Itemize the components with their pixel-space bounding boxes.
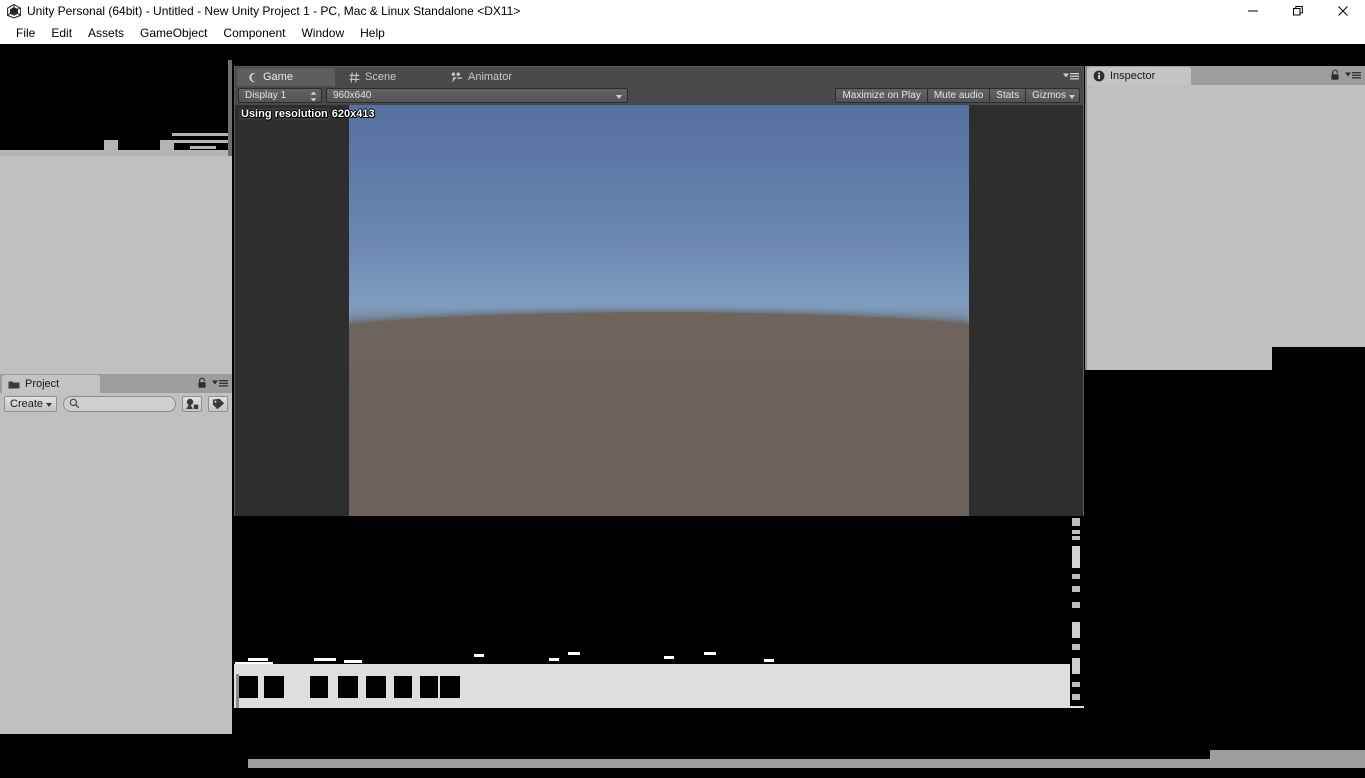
panel-menu-icon[interactable]	[212, 378, 228, 388]
tab-project[interactable]: Project	[2, 375, 100, 393]
folder-icon	[8, 379, 20, 390]
editor-root: Project	[0, 44, 1365, 734]
tab-project-label: Project	[25, 378, 59, 390]
hierarchy-empty-area	[0, 156, 232, 380]
inspector-left-divider[interactable]	[1085, 66, 1087, 370]
inspector-tab-controls	[1330, 69, 1361, 81]
status-bar-black-segment	[0, 750, 1210, 759]
menu-item-component[interactable]: Component	[215, 23, 293, 43]
menubar: File Edit Assets GameObject Component Wi…	[0, 22, 1365, 44]
resolution-selector[interactable]: 960x640	[326, 88, 628, 103]
display-selector-value: Display 1	[245, 90, 286, 101]
stats-button[interactable]: Stats	[990, 88, 1026, 103]
tab-scene-label: Scene	[365, 71, 396, 83]
info-circle-icon	[1093, 70, 1105, 82]
filter-by-type-icon[interactable]	[182, 396, 202, 412]
tab-scene[interactable]: Scene	[339, 68, 419, 86]
project-search-box[interactable]	[63, 396, 176, 412]
unity-logo-icon	[6, 3, 22, 19]
console-left-edge	[236, 674, 239, 708]
updown-arrows-icon	[310, 91, 317, 102]
project-tabrow: Project	[0, 374, 232, 393]
menu-item-window[interactable]: Window	[293, 23, 352, 43]
inspector-lower-step	[1085, 347, 1272, 370]
game-controller-icon	[247, 72, 258, 83]
tab-inspector[interactable]: Inspector	[1087, 67, 1191, 85]
chevron-down-icon	[1069, 95, 1075, 99]
panel-menu-icon[interactable]	[1063, 71, 1079, 81]
game-dock-tabrow: Game Scene	[235, 67, 1083, 86]
animator-icon	[451, 72, 463, 83]
status-bar	[0, 734, 1365, 778]
lock-icon[interactable]	[1330, 69, 1340, 81]
restore-button[interactable]	[1275, 0, 1320, 22]
tab-animator[interactable]: Animator	[441, 68, 537, 86]
menu-item-help[interactable]: Help	[352, 23, 393, 43]
close-button[interactable]	[1320, 0, 1365, 22]
menu-item-file[interactable]: File	[8, 23, 43, 43]
project-tab-controls	[197, 377, 228, 389]
filter-by-label-icon[interactable]	[208, 396, 228, 412]
maximize-on-play-button[interactable]: Maximize on Play	[835, 88, 927, 103]
status-bar-gray-segment	[1210, 750, 1365, 768]
project-panel: Project	[0, 374, 232, 734]
window-title: Unity Personal (64bit) - Untitled - New …	[27, 2, 520, 20]
window-controls	[1230, 0, 1365, 22]
panel-menu-icon[interactable]	[1345, 70, 1361, 80]
inspector-tabrow: Inspector	[1085, 66, 1365, 85]
game-view-toolbar: Display 1 960x640 Maximize on Play Mute …	[235, 86, 1083, 105]
inspector-body[interactable]	[1085, 85, 1365, 347]
game-view-dock: Game Scene	[234, 66, 1084, 562]
game-panel-menu[interactable]	[1063, 71, 1079, 81]
search-icon	[69, 398, 80, 409]
resolution-selector-value: 960x640	[333, 90, 371, 101]
project-search-input[interactable]	[84, 398, 175, 409]
skybox-render	[349, 105, 969, 561]
horizontal-scrollbar[interactable]	[248, 759, 1210, 768]
menu-item-assets[interactable]: Assets	[80, 23, 132, 43]
gizmos-label: Gizmos	[1032, 90, 1066, 101]
game-render-surface[interactable]: Using resolution 620x413	[235, 105, 1083, 561]
project-browser-body[interactable]	[0, 414, 232, 734]
project-toolbar: Create	[0, 393, 232, 414]
using-resolution-label: Using resolution	[239, 108, 330, 120]
minimize-button[interactable]	[1230, 0, 1275, 22]
inspector-panel: Inspector	[1085, 66, 1365, 347]
console-scrollbar[interactable]	[1070, 516, 1084, 706]
tab-inspector-label: Inspector	[1110, 70, 1155, 82]
tab-game-label: Game	[263, 71, 293, 83]
using-resolution-value: 620x413	[330, 108, 377, 120]
menu-item-gameobject[interactable]: GameObject	[132, 23, 215, 43]
grid-icon	[349, 72, 360, 83]
tab-animator-label: Animator	[468, 71, 512, 83]
chevron-down-icon	[616, 95, 622, 99]
gizmos-button[interactable]: Gizmos	[1026, 88, 1080, 103]
using-resolution-overlay: Using resolution 620x413	[239, 107, 377, 121]
mute-audio-button[interactable]: Mute audio	[928, 88, 990, 103]
display-selector[interactable]: Display 1	[238, 88, 322, 103]
tab-game[interactable]: Game	[237, 68, 335, 86]
console-gray-band	[234, 664, 1084, 708]
console-panel[interactable]	[234, 516, 1084, 734]
window-titlebar: Unity Personal (64bit) - Untitled - New …	[0, 0, 1365, 22]
create-button[interactable]: Create	[4, 396, 57, 412]
lock-icon[interactable]	[197, 377, 207, 389]
menu-item-edit[interactable]: Edit	[43, 23, 80, 43]
status-bar-bottom-edge	[0, 768, 1365, 778]
hierarchy-panel[interactable]	[0, 60, 232, 156]
